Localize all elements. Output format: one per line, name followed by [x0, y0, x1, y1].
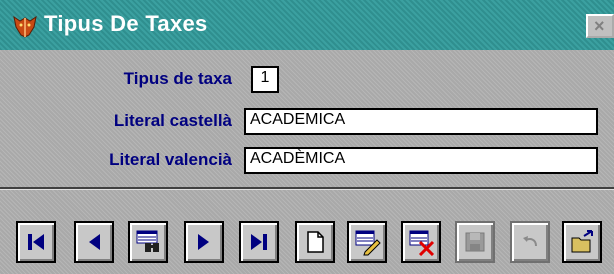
title-bar[interactable]: Tipus De Taxes ×: [0, 0, 614, 50]
first-record-button[interactable]: [16, 221, 56, 263]
window-title: Tipus De Taxes: [44, 11, 208, 36]
first-record-icon: [28, 234, 44, 250]
literal-valencia-field[interactable]: ACADÈMICA: [244, 147, 598, 174]
app-icon: [13, 15, 37, 38]
search-binoculars-icon: [136, 230, 159, 252]
last-record-icon: [251, 234, 267, 250]
next-record-button[interactable]: [184, 221, 224, 263]
window: Tipus De Taxes × Tipus de taxa 1 Literal…: [0, 0, 614, 274]
next-record-icon: [198, 234, 209, 250]
previous-record-button[interactable]: [74, 221, 114, 263]
save-disk-icon: [465, 232, 485, 252]
search-button[interactable]: [128, 221, 168, 263]
previous-record-icon: [89, 234, 100, 250]
form-area: Tipus de taxa 1 Literal castellà ACADEMI…: [0, 50, 614, 187]
literal-castella-label: Literal castellà: [113, 111, 232, 130]
close-button[interactable]: ×: [586, 14, 614, 38]
delete-record-button[interactable]: [401, 221, 441, 263]
literal-castella-field[interactable]: ACADEMICA: [244, 108, 598, 135]
undo-icon: [523, 236, 537, 247]
tipus-de-taxa-field[interactable]: 1: [251, 66, 279, 93]
undo-button[interactable]: [510, 221, 550, 263]
exit-button[interactable]: [562, 221, 602, 263]
new-document-icon: [307, 231, 324, 253]
delete-record-icon: [409, 230, 435, 256]
edit-record-icon: [355, 230, 381, 256]
new-record-button[interactable]: [295, 221, 335, 263]
save-button[interactable]: [455, 221, 495, 263]
last-record-button[interactable]: [239, 221, 279, 263]
literal-valencia-label: Literal valencià: [109, 150, 232, 169]
record-toolbar: [0, 190, 614, 274]
edit-record-button[interactable]: [347, 221, 387, 263]
close-icon: ×: [594, 16, 605, 36]
exit-folder-icon: [571, 230, 593, 253]
tipus-de-taxa-label: Tipus de taxa: [123, 69, 232, 88]
